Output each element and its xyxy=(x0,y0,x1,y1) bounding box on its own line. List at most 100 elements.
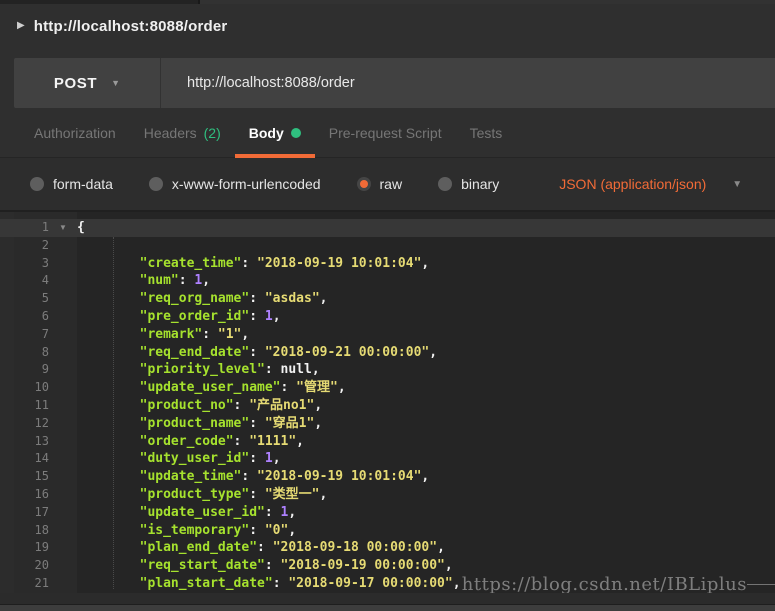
code-line[interactable]: 18 "is_temporary": "0", xyxy=(0,522,775,540)
method-dropdown[interactable]: POST ▼ xyxy=(14,58,160,108)
token-ws xyxy=(77,416,140,431)
token-pun: , xyxy=(319,291,328,307)
token-key: "duty_user_id" xyxy=(139,451,250,467)
token-pun: , xyxy=(314,415,323,431)
collapse-arrow-icon[interactable]: ▶ xyxy=(17,21,25,31)
radio-icon[interactable] xyxy=(356,177,371,191)
url-input[interactable]: http://localhost:8088/order xyxy=(161,58,775,108)
code-line[interactable]: 7 "remark": "1", xyxy=(0,326,775,344)
body-type-form-data[interactable]: form-data xyxy=(30,176,113,192)
code-line[interactable]: 2 xyxy=(0,237,775,255)
code-text: "num": 1, xyxy=(77,272,210,290)
code-line[interactable]: 9 "priority_level": null, xyxy=(0,361,775,379)
token-str: "2018-09-21 00:00:00" xyxy=(264,344,430,360)
token-str: "类型一" xyxy=(264,486,320,502)
line-number: 1 xyxy=(41,220,49,234)
raw-body-editor[interactable]: 1 ▼{2 3 "create_time": "2018-09-19 10:01:0… xyxy=(0,212,775,593)
token-pun: : xyxy=(178,273,195,289)
token-pun: { xyxy=(77,220,85,235)
code-line[interactable]: 11 "product_no": "产品no1", xyxy=(0,397,775,415)
tab-authorization[interactable]: Authorization xyxy=(20,108,130,157)
body-type-binary[interactable]: binary xyxy=(438,176,499,192)
token-pun: : xyxy=(249,308,265,324)
code-line[interactable]: 10 "update_user_name": "管理", xyxy=(0,379,775,397)
code-line[interactable]: 17 "update_user_id": 1, xyxy=(0,504,775,522)
code-line[interactable]: 4 "num": 1, xyxy=(0,272,775,290)
chevron-down-icon: ▼ xyxy=(111,78,121,88)
token-pun: , xyxy=(288,522,297,538)
postman-request-window: ▶ http://localhost:8088/order POST ▼ htt… xyxy=(0,0,775,611)
code-lines: 1 ▼{2 3 "create_time": "2018-09-19 10:01:0… xyxy=(0,219,775,593)
tab-body[interactable]: Body xyxy=(234,108,315,158)
bottom-gap xyxy=(0,593,775,604)
body-type-toolbar: form-data x-www-form-urlencoded raw binary … xyxy=(0,158,775,212)
token-pun: , xyxy=(437,540,445,556)
token-pun: : xyxy=(241,255,258,271)
tab-headers[interactable]: Headers (2) xyxy=(130,108,235,157)
token-num: 1 xyxy=(264,451,273,467)
watermark-line xyxy=(747,584,775,585)
code-line[interactable]: 16 "product_type": "类型一", xyxy=(0,486,775,504)
token-pun: , xyxy=(272,308,281,324)
line-number: 19 xyxy=(34,540,49,555)
code-line[interactable]: 19 "plan_end_date": "2018-09-18 00:00:00… xyxy=(0,539,775,557)
radio-icon[interactable] xyxy=(148,177,163,191)
token-str: "0" xyxy=(264,522,289,538)
token-pun: : xyxy=(249,415,265,431)
token-str: "2018-09-19 10:01:04" xyxy=(257,469,422,485)
token-key: "req_end_date" xyxy=(139,344,250,360)
token-pun: : xyxy=(202,326,218,342)
token-key: "update_user_id" xyxy=(139,504,265,520)
token-pun: : xyxy=(249,344,265,360)
request-tabs: Authorization Headers (2) Body Pre-request S… xyxy=(0,108,775,158)
code-line[interactable]: 6 "pre_order_id": 1, xyxy=(0,308,775,326)
token-ws xyxy=(77,523,140,538)
fold-caret-icon[interactable]: ▼ xyxy=(49,219,77,237)
token-pun: : xyxy=(233,433,250,449)
token-str: "2018-09-19 00:00:00" xyxy=(280,558,445,574)
content-type-dropdown[interactable]: JSON (application/json) ▼ xyxy=(559,176,742,192)
body-type-x-www-form-urlencoded[interactable]: x-www-form-urlencoded xyxy=(148,176,321,192)
line-number: 8 xyxy=(41,344,49,359)
line-number: 4 xyxy=(41,273,49,288)
token-ws xyxy=(77,291,140,306)
code-line[interactable]: 5 "req_org_name": "asdas", xyxy=(0,290,775,308)
token-key: "num" xyxy=(139,273,179,289)
code-line[interactable]: 14 "duty_user_id": 1, xyxy=(0,450,775,468)
code-line[interactable]: 13 "order_code": "1111", xyxy=(0,433,775,451)
tab-tests[interactable]: Tests xyxy=(456,108,517,157)
token-key: "product_name" xyxy=(139,415,250,431)
code-line[interactable]: 3 "create_time": "2018-09-19 10:01:04", xyxy=(0,255,775,273)
body-type-label: x-www-form-urlencoded xyxy=(171,176,321,192)
code-text: "update_user_name": "管理", xyxy=(77,379,346,397)
code-text: "product_no": "产品no1", xyxy=(77,397,323,415)
token-pun: , xyxy=(421,469,430,485)
body-filled-dot-icon xyxy=(290,127,301,138)
radio-icon[interactable] xyxy=(438,177,453,191)
token-pun: , xyxy=(337,380,346,396)
code-line[interactable]: 15 "update_time": "2018-09-19 10:01:04", xyxy=(0,468,775,486)
method-label: POST xyxy=(53,74,98,92)
tab-pre-request-script[interactable]: Pre-request Script xyxy=(315,108,456,157)
body-type-raw[interactable]: raw xyxy=(356,176,402,192)
radio-selected-dot xyxy=(359,180,368,188)
token-ws xyxy=(77,505,140,520)
code-text: "req_start_date": "2018-09-19 00:00:00", xyxy=(77,557,453,575)
tab-label: Authorization xyxy=(34,124,116,141)
request-title-bar[interactable]: ▶ http://localhost:8088/order xyxy=(0,4,775,48)
token-pun: : xyxy=(241,469,258,485)
token-pun: : xyxy=(257,540,273,556)
token-ws xyxy=(77,398,140,413)
token-ws xyxy=(77,576,140,591)
radio-icon[interactable] xyxy=(30,177,44,191)
code-line[interactable]: 8 "req_end_date": "2018-09-21 00:00:00", xyxy=(0,344,775,362)
line-number: 6 xyxy=(41,308,49,323)
code-line[interactable]: 1 ▼{ xyxy=(0,219,775,237)
code-line[interactable]: 20 "req_start_date": "2018-09-19 00:00:0… xyxy=(0,557,775,575)
request-title: http://localhost:8088/order xyxy=(33,17,228,35)
code-text: "duty_user_id": 1, xyxy=(77,450,281,468)
code-line[interactable]: 12 "product_name": "穿品1", xyxy=(0,415,775,433)
tab-label: Pre-request Script xyxy=(328,124,442,141)
